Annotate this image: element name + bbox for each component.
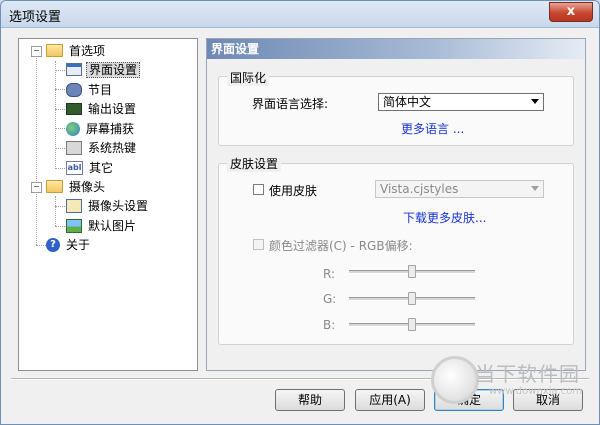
tree-item-preferences[interactable]: 首选项 <box>46 42 107 60</box>
tree-item-output[interactable]: 输出设置 <box>66 100 138 118</box>
expander-preferences[interactable]: − <box>31 46 42 57</box>
language-label: 界面语言选择: <box>252 97 329 111</box>
chevron-down-icon <box>531 186 539 191</box>
watermark-url: www.downxia.com <box>489 386 583 397</box>
close-button[interactable]: x <box>549 2 593 22</box>
tree-item-camera-settings[interactable]: 摄像头设置 <box>66 197 150 215</box>
watermark-logo-icon <box>431 356 479 404</box>
window-title: 选项设置 <box>9 10 62 25</box>
panel-header: 界面设置 <box>207 39 585 59</box>
tree-item-program[interactable]: 节目 <box>66 81 114 99</box>
more-languages-link[interactable]: 更多语言 ... <box>401 120 464 137</box>
settings-tree: − − 首选项 界面设置 节目 输出设置 屏幕捕获 系统热键 abl 其它 摄像头… <box>18 38 198 371</box>
tree-item-interface[interactable]: 界面设置 <box>66 61 141 79</box>
skin-group-title: 皮肤设置 <box>227 155 282 172</box>
watermark: 当下软件园 www.downxia.com <box>431 356 596 406</box>
intl-group-title: 国际化 <box>227 69 270 86</box>
options-window: 选项设置 x − − 首选项 界面设置 节目 输出设置 屏幕捕获 系统热键 ab… <box>0 0 600 425</box>
slider-b-label: B: <box>323 318 336 332</box>
globe-icon <box>66 121 80 136</box>
slider-r-label: R: <box>323 267 336 281</box>
output-icon <box>66 102 82 115</box>
close-icon: x <box>566 4 576 19</box>
apply-button[interactable]: 应用(A) <box>355 389 425 411</box>
folder-icon <box>46 44 63 57</box>
download-more-skins-link[interactable]: 下载更多皮肤... <box>403 209 486 226</box>
help-icon: ? <box>46 237 60 252</box>
color-filter-label: 颜色过滤器(C) - RGB偏移: <box>269 239 413 253</box>
picture-icon <box>66 218 82 233</box>
window-icon <box>66 63 82 76</box>
folder-icon <box>46 180 63 193</box>
use-skin-label: 使用皮肤 <box>269 184 318 198</box>
skin-select[interactable]: Vista.cjstyles <box>375 180 544 198</box>
film-icon <box>66 82 82 97</box>
slider-r-thumb[interactable] <box>408 265 416 278</box>
slider-g-thumb[interactable] <box>408 292 416 305</box>
use-skin-checkbox[interactable] <box>253 184 264 195</box>
help-button[interactable]: 帮助 <box>275 389 345 411</box>
language-select[interactable]: 简体中文 <box>378 93 544 111</box>
chevron-down-icon <box>531 99 539 104</box>
tree-item-screen-capture[interactable]: 屏幕捕获 <box>66 120 136 138</box>
settings-panel: 界面设置 国际化 界面语言选择: 简体中文 更多语言 ... 皮肤设置 使用皮肤… <box>206 38 586 371</box>
slider-g-label: G: <box>323 292 337 306</box>
tree-line <box>55 61 56 169</box>
tree-item-camera[interactable]: 摄像头 <box>46 178 107 196</box>
tree-item-about[interactable]: ? 关于 <box>46 236 92 254</box>
tree-item-default-picture[interactable]: 默认图片 <box>66 217 138 235</box>
tree-line <box>36 55 37 245</box>
keyboard-icon <box>66 140 82 155</box>
slider-b-thumb[interactable] <box>408 318 416 331</box>
tree-item-hotkeys[interactable]: 系统热键 <box>66 139 138 157</box>
abl-icon: abl <box>66 160 83 175</box>
tree-item-other[interactable]: abl 其它 <box>66 159 115 177</box>
color-filter-checkbox[interactable] <box>253 239 264 250</box>
watermark-text: 当下软件园 <box>475 362 580 386</box>
camera-icon <box>66 198 82 213</box>
tree-line <box>55 196 56 226</box>
title-bar: 选项设置 x <box>1 1 599 28</box>
expander-camera[interactable]: − <box>31 182 42 193</box>
